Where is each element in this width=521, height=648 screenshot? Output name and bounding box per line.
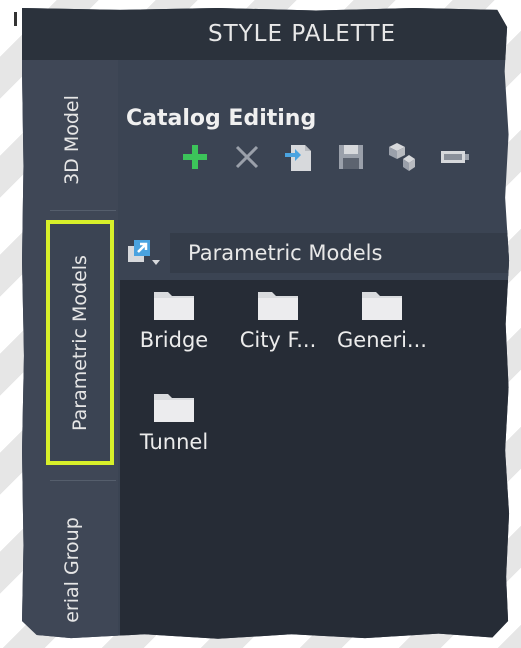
folder-bridge[interactable]: Bridge: [124, 288, 224, 352]
folder-icon: [154, 292, 194, 320]
folder-tunnel[interactable]: Tunnel: [124, 390, 224, 454]
save-button[interactable]: [334, 140, 368, 174]
navigate-up-icon: [128, 240, 160, 265]
add-button[interactable]: [178, 140, 212, 174]
copy-button[interactable]: [386, 140, 420, 174]
catalog-toolbar: [178, 140, 472, 174]
folder-view: Bridge City F... Generi... Tunnel: [120, 280, 510, 639]
folder-label: Bridge: [139, 328, 209, 352]
add-icon: [183, 145, 207, 169]
tab-3d-model[interactable]: 3D Model: [50, 80, 94, 200]
delete-button[interactable]: [230, 140, 264, 174]
tab-label: 3D Model: [61, 95, 83, 185]
tab-parametric-models[interactable]: Parametric Models: [46, 220, 114, 465]
folder-label: Tunnel: [139, 430, 209, 454]
tab-divider: [50, 210, 116, 211]
palette-title: STYLE PALETTE: [22, 8, 510, 60]
tab-label: erial Group: [61, 517, 83, 623]
import-button[interactable]: [282, 140, 316, 174]
tab-material-group[interactable]: erial Group: [50, 500, 94, 639]
copy-icon: [389, 143, 415, 171]
catalog-title: Catalog Editing: [126, 106, 317, 131]
import-icon: [285, 145, 311, 171]
path-field[interactable]: Parametric Models: [170, 233, 510, 273]
path-bar: Parametric Models: [118, 230, 510, 276]
catalog-panel: Catalog Editing Parametric Models Bridge…: [118, 60, 510, 639]
tab-label: Parametric Models: [69, 254, 91, 431]
folder-icon: [362, 292, 402, 320]
tab-divider: [50, 480, 116, 481]
folder-icon: [154, 394, 194, 422]
save-icon: [339, 145, 363, 169]
folder-generi[interactable]: Generi...: [332, 288, 432, 352]
folder-icon: [258, 292, 298, 320]
window-edge-mark: [14, 12, 17, 26]
folder-label: City F...: [239, 328, 317, 352]
more-button[interactable]: [438, 140, 472, 174]
style-palette-window: STYLE PALETTE 3D Model Parametric Models…: [22, 8, 510, 639]
delete-icon: [235, 145, 259, 169]
folder-city-f[interactable]: City F...: [228, 288, 328, 352]
folder-label: Generi...: [337, 328, 427, 352]
more-icon: [441, 151, 469, 163]
sidebar: 3D Model Parametric Models erial Group: [22, 60, 118, 639]
navigate-up-button[interactable]: [118, 233, 170, 273]
